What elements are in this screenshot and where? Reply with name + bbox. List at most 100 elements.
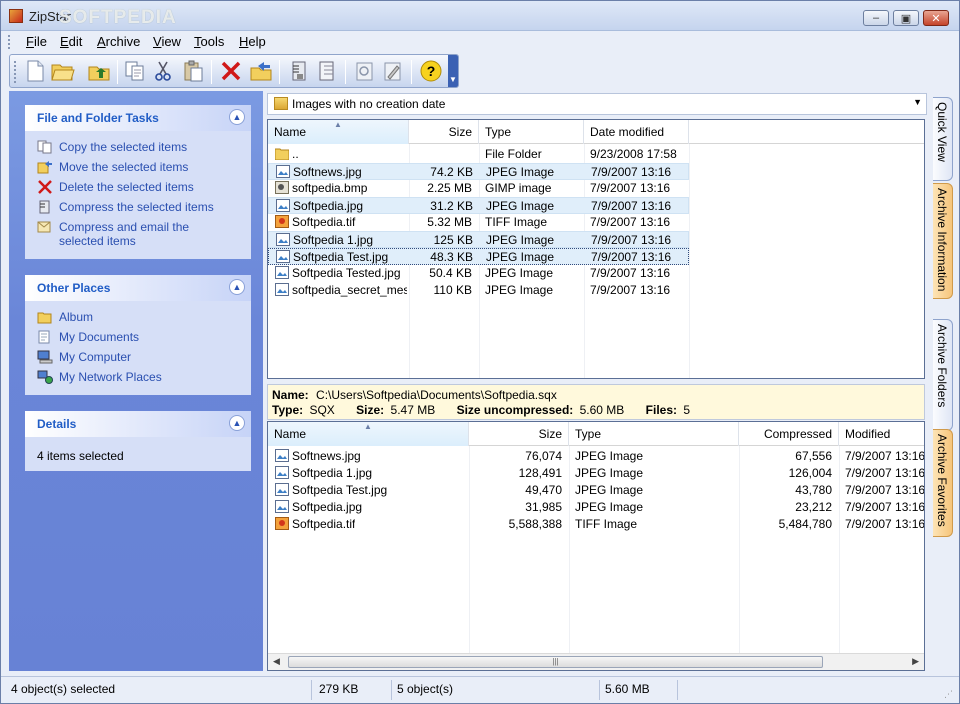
menu-grip[interactable] — [8, 35, 11, 49]
paste-button[interactable] — [180, 58, 206, 84]
cut-button[interactable] — [150, 58, 176, 84]
tab-archive-folders[interactable]: Archive Folders — [933, 319, 953, 431]
file-date: 7/9/2007 13:16 — [590, 283, 671, 297]
file-type: JPEG Image — [486, 165, 555, 179]
file-row[interactable]: Softpedia Tested.jpg 50.4 KB JPEG Image 7/9… — [268, 265, 688, 282]
task-compress[interactable]: Compress the selected items — [37, 200, 214, 214]
title-bar[interactable]: ZipStar SOFTPEDIA ‒ ▣ ✕ — [1, 1, 959, 31]
file-size: 74.2 KB — [430, 165, 473, 179]
extract-button[interactable] — [314, 58, 340, 84]
open-button[interactable] — [50, 58, 76, 84]
move-button[interactable] — [248, 58, 274, 84]
archive-uncompressed-size: 5.60 MB — [579, 403, 625, 417]
file-row[interactable]: .. File Folder 9/23/2008 17:58 — [268, 146, 688, 163]
task-delete[interactable]: Delete the selected items — [37, 180, 194, 194]
place-my-computer[interactable]: My Computer — [37, 350, 131, 364]
menu-archive[interactable]: Archive — [97, 34, 140, 49]
collapse-button[interactable]: ▲ — [229, 109, 245, 125]
scroll-left-icon[interactable]: ◀ — [273, 656, 280, 667]
archive-row[interactable]: Softpedia 1.jpg 128,491 JPEG Image 126,004 7… — [268, 465, 924, 482]
help-button[interactable]: ? — [418, 58, 444, 84]
scroll-right-icon[interactable]: ▶ — [912, 656, 919, 667]
tiff-file-icon — [275, 517, 289, 530]
scrollbar-thumb[interactable]: ||| — [288, 656, 823, 668]
column-type[interactable]: Type — [479, 120, 584, 144]
new-archive-button[interactable] — [22, 58, 48, 84]
menu-edit[interactable]: Edit — [60, 34, 82, 49]
column-size[interactable]: Size — [469, 422, 569, 446]
file-row[interactable]: Softpedia 1.jpg 125 KB JPEG Image 7/9/2007 … — [268, 231, 689, 248]
toolbar-overflow-button[interactable]: ▼ — [448, 55, 458, 87]
collapse-button[interactable]: ▲ — [229, 279, 245, 295]
archive-size: 5.47 MB — [390, 403, 436, 417]
maximize-button[interactable]: ▣ — [893, 10, 919, 26]
copy-button[interactable] — [122, 58, 148, 84]
task-copy[interactable]: Copy the selected items — [37, 140, 187, 154]
status-divider — [311, 680, 312, 700]
tab-quick-view[interactable]: Quick View — [933, 97, 953, 181]
task-move[interactable]: Move the selected items — [37, 160, 188, 174]
panel-header[interactable]: Other Places ▲ — [25, 275, 251, 301]
zipstar-app-icon[interactable] — [9, 9, 23, 23]
address-combo[interactable]: Images with no creation date ▼ — [267, 93, 927, 115]
panel-header[interactable]: Details ▲ — [25, 411, 251, 437]
archive-contents-list[interactable]: ▲ Name Size Type Compressed Modified Sof… — [267, 421, 925, 671]
file-name: .. — [292, 147, 299, 161]
delete-button[interactable] — [218, 58, 244, 84]
archive-list-header: ▲ Name Size Type Compressed Modified — [268, 422, 924, 446]
horizontal-scrollbar[interactable]: ◀ ||| ▶ — [268, 653, 924, 670]
archive-name-label: Name: — [272, 388, 309, 402]
menu-tools[interactable]: Tools — [194, 34, 224, 49]
column-name[interactable]: ▲ Name — [268, 120, 409, 144]
file-row[interactable]: Softnews.jpg 74.2 KB JPEG Image 7/9/2007 13… — [268, 163, 689, 180]
status-divider — [677, 680, 678, 700]
file-size: 50.4 KB — [429, 266, 472, 280]
compress-button[interactable] — [286, 58, 312, 84]
view-button[interactable] — [352, 58, 378, 84]
file-row[interactable]: Softpedia.tif 5.32 MB TIFF Image 7/9/2007 1… — [268, 214, 688, 231]
file-row[interactable]: Softpedia Test.jpg 48.3 KB JPEG Image 7/9/2… — [268, 248, 689, 265]
up-folder-button[interactable] — [86, 58, 112, 84]
file-type: JPEG Image — [486, 250, 555, 264]
column-type[interactable]: Type — [569, 422, 739, 446]
close-button[interactable]: ✕ — [923, 10, 949, 26]
task-compress-email[interactable]: Compress and email the selected items — [37, 220, 237, 248]
file-name: softpedia_secret_mes... — [292, 283, 407, 297]
collapse-button[interactable]: ▲ — [229, 415, 245, 431]
file-list[interactable]: ▲ Name Size Type Date modified .. File Fo… — [267, 119, 925, 379]
menu-help[interactable]: Help — [239, 34, 266, 49]
column-size[interactable]: Size — [409, 120, 479, 144]
file-name: Softpedia.tif — [292, 215, 356, 229]
place-my-network-places[interactable]: My Network Places — [37, 370, 162, 384]
archive-row[interactable]: Softpedia.tif 5,588,388 TIFF Image 5,484,78… — [268, 516, 924, 533]
archive-row[interactable]: Softpedia.jpg 31,985 JPEG Image 23,212 7/9/2… — [268, 499, 924, 516]
panel-header[interactable]: File and Folder Tasks ▲ — [25, 105, 251, 131]
column-modified[interactable]: Modified — [839, 422, 924, 446]
column-name[interactable]: ▲ Name — [268, 422, 469, 446]
column-date-modified[interactable]: Date modified — [584, 120, 689, 144]
status-object-count: 5 object(s) — [397, 682, 454, 696]
dropdown-arrow-icon[interactable]: ▼ — [913, 97, 922, 107]
archive-file-type: JPEG Image — [575, 483, 644, 497]
place-album[interactable]: Album — [37, 310, 93, 324]
column-compressed[interactable]: Compressed — [739, 422, 839, 446]
properties-button[interactable] — [380, 58, 406, 84]
toolbar-separator — [117, 60, 118, 84]
archive-row[interactable]: Softnews.jpg 76,074 JPEG Image 67,556 7/9/20… — [268, 448, 924, 465]
file-row[interactable]: Softpedia.jpg 31.2 KB JPEG Image 7/9/2007 1… — [268, 197, 689, 214]
tab-archive-favorites[interactable]: Archive Favorites — [933, 429, 953, 537]
file-row[interactable]: softpedia.bmp 2.25 MB GIMP image 7/9/2007 1… — [268, 180, 688, 197]
file-row[interactable]: softpedia_secret_mes... 110 KB JPEG Image 7… — [268, 282, 688, 299]
place-my-documents[interactable]: My Documents — [37, 330, 139, 344]
archive-file-name: Softnews.jpg — [292, 449, 361, 463]
sort-up-icon: ▲ — [334, 120, 342, 129]
minimize-button[interactable]: ‒ — [863, 10, 889, 26]
file-type: JPEG Image — [485, 283, 554, 297]
archive-row[interactable]: Softpedia Test.jpg 49,470 JPEG Image 43,780… — [268, 482, 924, 499]
toolbar-grip[interactable] — [14, 61, 17, 83]
tab-archive-information[interactable]: Archive Information — [933, 183, 953, 299]
menu-file[interactable]: File — [26, 34, 47, 49]
menu-view[interactable]: View — [153, 34, 181, 49]
resize-grip-icon[interactable]: ⋰ — [944, 689, 953, 700]
network-icon — [37, 370, 53, 384]
